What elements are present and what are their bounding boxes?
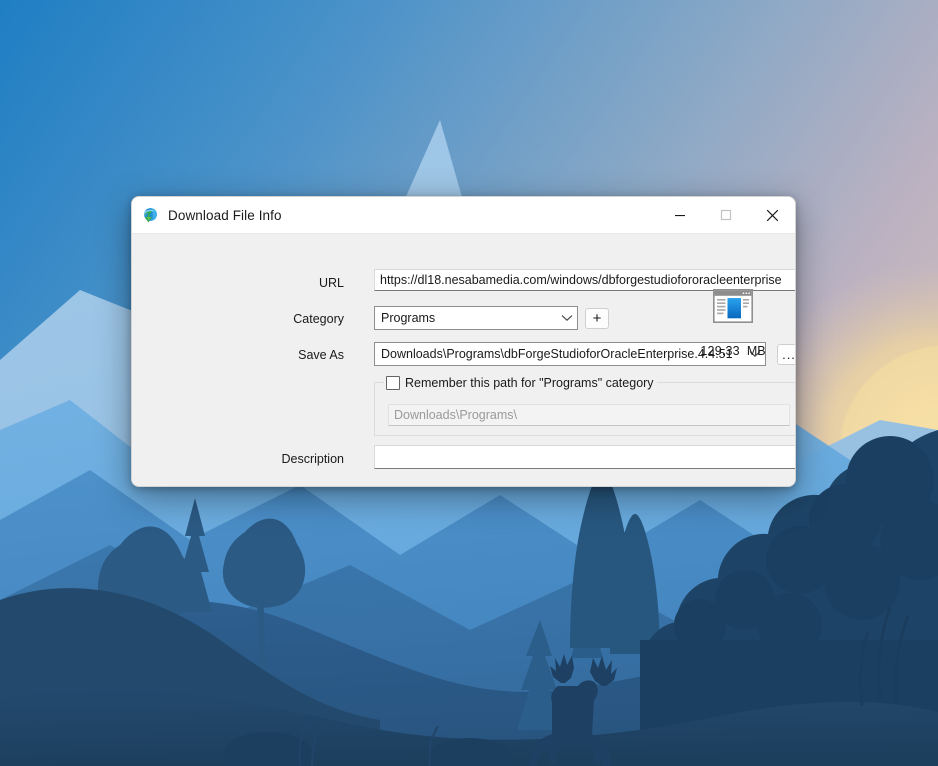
category-label: Category <box>293 312 344 326</box>
close-button[interactable] <box>749 197 795 233</box>
maximize-button[interactable] <box>703 197 749 233</box>
remember-path-label: Remember this path for "Programs" catego… <box>405 375 654 390</box>
dialog-body: URL https://dl18.nesabamedia.com/windows… <box>132 234 795 486</box>
idm-globe-icon <box>143 207 157 222</box>
chevron-down-icon <box>561 314 573 322</box>
save-as-label: Save As <box>298 348 344 362</box>
maximize-icon <box>720 209 732 221</box>
description-label: Description <box>281 452 344 466</box>
url-label: URL <box>318 276 344 290</box>
remember-path-groupbox: Remember this path for "Programs" catego… <box>374 373 795 436</box>
window-controls <box>657 197 795 233</box>
dialog-title: Download File Info <box>168 207 282 223</box>
download-file-info-dialog: Download File Info URL https://dl18.nesa… <box>131 196 796 487</box>
add-category-button[interactable]: + <box>585 308 609 329</box>
minimize-icon <box>675 215 685 217</box>
remember-path-checkbox[interactable] <box>386 375 400 390</box>
program-window-icon <box>713 289 753 323</box>
remember-path-input[interactable]: Downloads\Programs\ <box>388 404 790 426</box>
file-size-display: 129.33 MB <box>665 344 801 358</box>
url-value: https://dl18.nesabamedia.com/windows/dbf… <box>380 273 782 287</box>
dialog-titlebar: Download File Info <box>132 197 795 234</box>
close-icon <box>766 209 778 221</box>
file-size-unit: MB <box>746 344 766 358</box>
category-value: Programs <box>381 311 436 325</box>
minimize-button[interactable] <box>657 197 703 233</box>
desktop-wallpaper: Download File Info URL https://dl18.nesa… <box>0 0 938 766</box>
remember-path-value: Downloads\Programs\ <box>394 408 517 422</box>
remember-path-legend: Remember this path for "Programs" catego… <box>384 373 657 392</box>
file-size-value: 129.33 <box>700 344 740 358</box>
url-input[interactable]: https://dl18.nesabamedia.com/windows/dbf… <box>374 269 795 291</box>
description-input[interactable] <box>374 445 795 469</box>
category-combobox[interactable]: Programs <box>374 306 578 330</box>
